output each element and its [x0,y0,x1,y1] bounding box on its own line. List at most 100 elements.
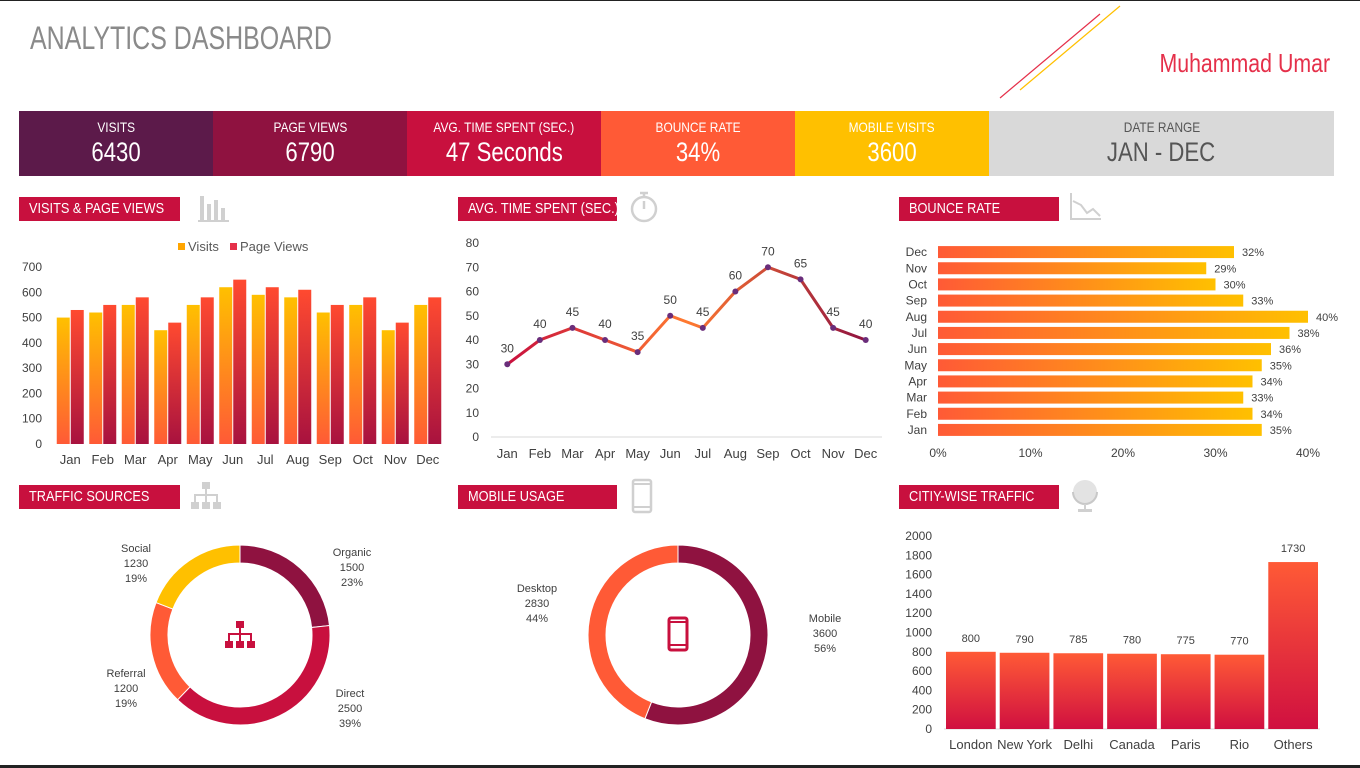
x-tick-label: 10% [1018,446,1042,460]
x-tick-label: Delhi [1063,737,1093,752]
x-tick-label: May [625,446,650,461]
donut-slice-direct [176,625,331,726]
data-label: 45 [696,305,710,319]
y-tick-label: Jan [908,423,927,437]
x-tick-label: Jun [222,452,243,467]
slice-label-pct: 19% [115,698,137,710]
bar-visits [284,297,298,444]
globe-icon [1072,480,1098,512]
data-label: 40% [1316,312,1338,324]
x-tick-label: Jan [497,446,518,461]
y-tick-label: 600 [912,664,932,678]
x-tick-label: Oct [353,452,374,467]
y-tick-label: 300 [22,361,42,375]
kpi-value: 6790 [285,137,335,167]
x-tick-label: Sep [756,446,779,461]
bar-visits [121,304,135,444]
data-label: 800 [962,633,980,645]
data-label: 33% [1251,296,1273,308]
bar-page-views [363,297,377,444]
x-tick-label: Apr [595,446,616,461]
kpi-page-views: PAGE VIEWS 6790 [213,111,407,176]
bar-bounce [938,294,1244,307]
bounce-rate-chart: Dec 32% Nov 29% Oct 30% Sep 33% Aug 40% Jul 38% Jun 3… [904,245,1338,460]
data-point [862,337,869,343]
kpi-label: AVG. TIME SPENT (SEC.) [433,119,575,135]
series-line [506,265,867,366]
bar-city [1214,654,1265,729]
y-tick-label: 0 [925,722,932,736]
x-tick-label: Others [1274,737,1314,752]
x-tick-label: Nov [822,446,846,461]
data-label: 29% [1214,263,1236,275]
slice-label-name: Referral [106,668,145,680]
data-point [764,264,771,271]
kpi-label: PAGE VIEWS [273,119,347,135]
y-tick-label: 1600 [905,568,932,582]
data-label: 790 [1015,634,1033,646]
y-tick-label: 1400 [905,587,932,601]
bar-bounce [938,343,1271,356]
page-title: ANALYTICS DASHBOARD [30,20,332,56]
x-tick-label: Feb [529,446,551,461]
decorative-lines [999,5,1121,99]
bar-chart-icon [198,196,229,222]
x-tick-label: Aug [724,446,747,461]
icon-part [239,633,241,641]
bar-page-views [395,322,409,444]
data-label: 35 [631,329,645,343]
kpi-date-range: DATE RANGE JAN - DEC [989,111,1334,176]
data-label: 35% [1270,360,1292,372]
bar-page-views [428,297,442,444]
visits-pageviews-chart: 0 100 200 300 400 500 600 700 Jan Feb Mar Apr May Jun… [22,239,442,467]
slice-label-name: Organic [333,547,372,559]
data-point [797,276,804,283]
x-tick-label: New York [997,737,1052,752]
bar-bounce [938,262,1207,275]
kpi-label: BOUNCE RATE [655,119,741,135]
section-label-bounce: BOUNCE RATE [899,197,1059,221]
data-point [830,324,837,331]
data-label: 780 [1123,635,1141,647]
slice-label-pct: 23% [341,577,363,589]
data-label: 35% [1270,425,1292,437]
slice-label-value: 1230 [124,558,148,570]
legend-label: Visits [188,239,219,254]
y-tick-label: Mar [906,391,927,405]
icon-part [236,621,244,628]
data-label: 775 [1177,635,1195,647]
bar-bounce [938,246,1234,259]
slice-label-value: 3600 [813,628,837,640]
data-label: 1730 [1281,543,1305,555]
mobile-usage-donut: Mobile 3600 56% Desktop 2830 44% [517,544,841,726]
y-tick-label: Jul [912,326,927,340]
icon-part [228,633,230,641]
kpi-value: 47 Seconds [445,137,563,167]
bar-city [999,652,1050,729]
data-label: 40 [859,317,873,331]
org-chart-icon [225,621,255,648]
bar-bounce [938,359,1262,372]
kpi-label: MOBILE VISITS [849,119,935,135]
x-tick-label: Canada [1109,737,1155,752]
data-label: 45 [566,305,580,319]
author-name: Muhammad Umar [1159,48,1330,78]
y-tick-label: Jun [908,342,927,356]
kpi-label: VISITS [97,119,135,135]
icon-part [225,641,233,648]
data-point [602,337,609,343]
traffic-sources-donut: Organic 1500 23% Direct 2500 39% Referral 1200 1… [106,543,372,730]
bar-city [946,651,996,729]
slice-label-name: Social [121,543,151,555]
y-tick-label: 1800 [905,548,932,562]
y-tick-label: 0 [35,437,42,451]
y-tick-label: 50 [466,309,480,323]
slice-label-value: 1200 [114,683,138,695]
x-tick-label: Jun [660,446,681,461]
icon-part [236,641,244,648]
y-tick-label: 800 [912,645,932,659]
bar-page-views [265,287,279,444]
kpi-value: 6430 [91,137,141,167]
bar-visits [251,294,265,444]
x-tick-label: Mar [124,452,147,467]
